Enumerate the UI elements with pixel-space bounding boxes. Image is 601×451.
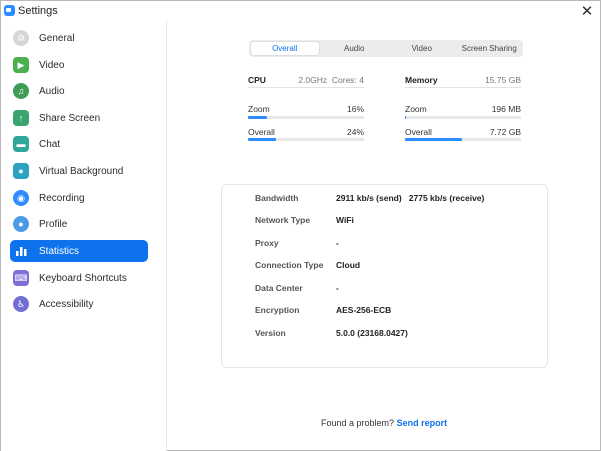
info-value: WiFi [336,215,354,225]
cpu-overall-bar-fill [248,138,276,141]
memory-overall-label: Overall [405,127,432,137]
sidebar-item-general[interactable]: ⚙ General [10,27,148,49]
settings-window: Settings ✕ ⚙ General ▶ Video ♫ Audio ↑ S… [0,0,601,451]
info-row-connection-type: Connection Type Cloud [255,259,360,271]
cpu-overall-bar [248,138,364,141]
cpu-zoom-bar [248,116,364,119]
tab-audio[interactable]: Audio [321,40,389,57]
info-row-bandwidth: Bandwidth 2911 kb/s (send) 2775 kb/s (re… [255,192,484,204]
info-row-network-type: Network Type WiFi [255,214,354,226]
sidebar-item-chat[interactable]: ▬ Chat [10,133,148,155]
statistics-tabs: Overall Audio Video Screen Sharing [249,40,523,57]
video-camera-icon: ▶ [13,57,29,73]
accessibility-icon: ♿ [13,296,29,312]
sidebar-item-label: Statistics [39,245,80,257]
info-value: - [336,283,339,293]
sidebar-item-virtual-background[interactable]: ● Virtual Background [10,160,148,182]
cpu-overall-value: 24% [346,127,364,137]
info-value: AES-256-ECB [336,305,392,315]
cpu-header: CPU 2.0GHz Cores: 4 [248,75,364,88]
chat-bubble-icon: ▬ [13,136,29,152]
info-row-encryption: Encryption AES-256-ECB [255,304,391,316]
memory-zoom-label: Zoom [405,104,427,114]
headphones-icon: ♫ [13,83,29,99]
memory-info: 15.75 GB [485,75,521,85]
memory-overall-bar-fill [405,138,462,141]
sidebar-item-audio[interactable]: ♫ Audio [10,80,148,102]
cpu-title: CPU [248,75,266,85]
cpu-zoom-value: 16% [346,104,364,114]
info-value: - [336,238,339,248]
memory-header: Memory 15.75 GB [405,75,521,88]
tab-screen-sharing[interactable]: Screen Sharing [456,40,524,57]
report-footer: Found a problem? Send report [321,418,447,428]
sidebar-item-label: Audio [39,85,65,97]
sidebar-item-label: Chat [39,138,61,150]
sidebar-item-share-screen[interactable]: ↑ Share Screen [10,107,148,129]
memory-overall-value: 7.72 GB [489,127,521,137]
info-label: Connection Type [255,260,324,270]
profile-icon: ● [13,216,29,232]
close-button[interactable]: ✕ [578,1,596,20]
cpu-overall-label: Overall [248,127,275,137]
info-label: Proxy [255,238,279,248]
sidebar-item-recording[interactable]: ◉ Recording [10,187,148,209]
send-report-link[interactable]: Send report [397,418,448,428]
close-icon: ✕ [580,2,594,20]
cpu-overall-row: Overall 24% [248,126,364,138]
sidebar-item-profile[interactable]: ● Profile [10,213,148,235]
sidebar-item-label: Virtual Background [39,165,124,177]
sidebar-item-label: Accessibility [39,298,94,310]
info-label: Data Center [255,283,303,293]
sidebar-item-label: Keyboard Shortcuts [39,272,127,284]
settings-sidebar: ⚙ General ▶ Video ♫ Audio ↑ Share Screen… [1,21,167,451]
tab-overall[interactable]: Overall [250,41,320,56]
keyboard-icon: ⌨ [13,270,29,286]
memory-zoom-bar [405,116,521,119]
footer-text: Found a problem? [321,418,395,428]
info-row-data-center: Data Center - [255,282,339,294]
info-value: 5.0.0 (23168.0427) [336,328,408,338]
window-title: Settings [18,4,58,17]
sidebar-item-statistics[interactable]: Statistics [10,240,148,262]
zoom-app-icon [4,5,15,16]
memory-zoom-value: 196 MB [491,104,521,114]
bar-chart-icon [13,243,29,259]
memory-zoom-row: Zoom 196 MB [405,103,521,115]
sidebar-item-label: General [39,32,75,44]
cpu-zoom-bar-fill [248,116,267,119]
cpu-zoom-row: Zoom 16% [248,103,364,115]
memory-overall-row: Overall 7.72 GB [405,126,521,138]
sidebar-item-keyboard-shortcuts[interactable]: ⌨ Keyboard Shortcuts [10,267,148,289]
share-screen-icon: ↑ [13,110,29,126]
gear-icon: ⚙ [13,30,29,46]
info-label: Encryption [255,305,300,315]
cpu-zoom-label: Zoom [248,104,270,114]
sidebar-item-label: Video [39,59,65,71]
info-row-proxy: Proxy - [255,237,339,249]
cpu-info: 2.0GHz Cores: 4 [298,75,364,85]
sidebar-item-label: Profile [39,218,68,230]
sidebar-item-label: Recording [39,192,85,204]
person-background-icon: ● [13,163,29,179]
info-label: Network Type [255,215,311,225]
memory-zoom-bar-fill [405,116,407,119]
memory-overall-bar [405,138,521,141]
tab-video[interactable]: Video [388,40,456,57]
record-icon: ◉ [13,190,29,206]
info-label: Version [255,328,286,338]
info-value: Cloud [336,260,361,270]
network-info-panel: Bandwidth 2911 kb/s (send) 2775 kb/s (re… [221,184,548,368]
title-bar: Settings ✕ [1,1,600,20]
info-row-version: Version 5.0.0 (23168.0427) [255,327,408,339]
info-value: 2911 kb/s (send) 2775 kb/s (receive) [336,193,485,203]
sidebar-item-label: Share Screen [39,112,101,124]
info-label: Bandwidth [255,193,299,203]
memory-title: Memory [405,75,438,85]
sidebar-item-video[interactable]: ▶ Video [10,54,148,76]
sidebar-item-accessibility[interactable]: ♿ Accessibility [10,293,148,315]
